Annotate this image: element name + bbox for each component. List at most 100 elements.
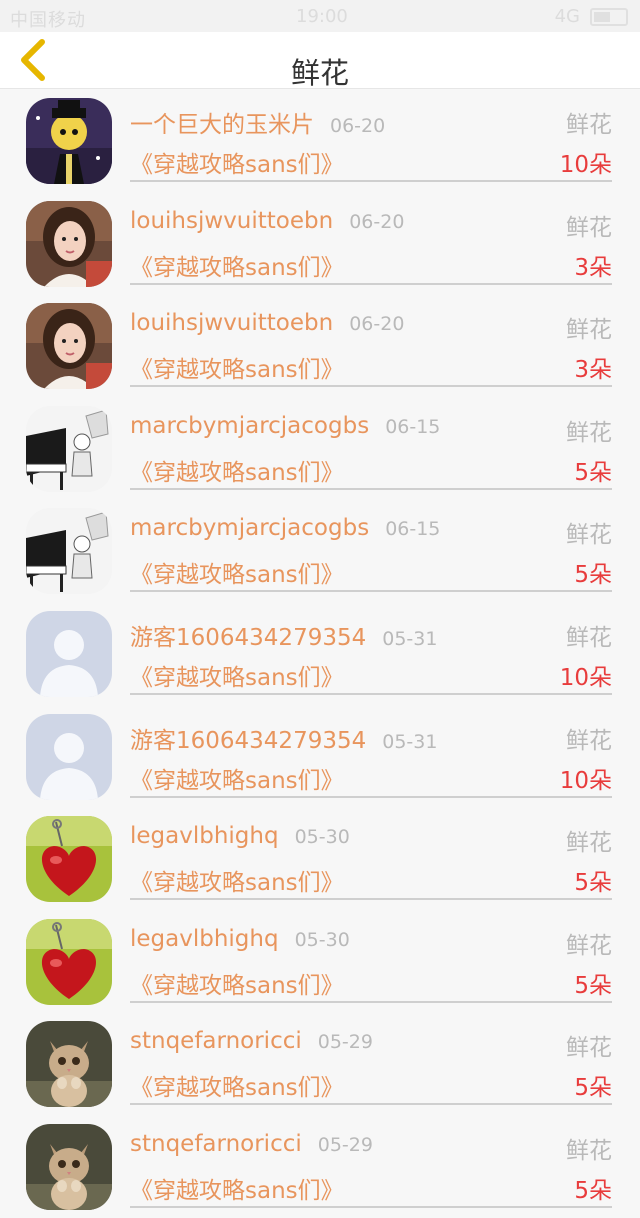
work-title: 《穿越攻略sans们》 (130, 972, 344, 999)
divider (130, 692, 612, 695)
work-title: 《穿越攻略sans们》 (130, 1177, 344, 1204)
list-item[interactable]: 游客1606434279354 05-31 鲜花《穿越攻略sans们》 10朵 (0, 602, 640, 705)
user-name-text: legavlbhighq (130, 823, 279, 850)
user-name: legavlbhighq 05-30 (130, 926, 350, 952)
list-item[interactable]: stnqefarnoricci 05-29 鲜花《穿越攻略sans们》 5朵 (0, 1012, 640, 1115)
avatar[interactable] (26, 610, 112, 697)
nav-bar: 鲜花 (0, 32, 640, 90)
list-item[interactable]: louihsjwvuittoebn 06-20 鲜花 《穿越攻略sans们》 3朵 (0, 294, 640, 397)
flower-count: 5朵 (574, 870, 612, 897)
gift-type-label: 鲜花 (566, 522, 612, 549)
list-item[interactable]: 游客1606434279354 05-31 鲜花《穿越攻略sans们》 10朵 (0, 705, 640, 808)
avatar[interactable] (26, 303, 112, 390)
avatar[interactable] (26, 918, 112, 1005)
user-name: stnqefarnoricci 05-29 (130, 1028, 373, 1054)
gift-type-label: 鲜花 (566, 1035, 612, 1062)
date-label: 06-20 (349, 210, 405, 233)
work-title: 《穿越攻略sans们》 (130, 767, 344, 794)
user-name: marcbymjarcjacogbs 06-15 (130, 413, 440, 439)
user-name-text: 游客1606434279354 (130, 727, 367, 754)
avatar[interactable] (26, 200, 112, 287)
flower-count: 10朵 (559, 152, 612, 178)
user-name-text: stnqefarnoricci (130, 1130, 302, 1157)
work-title: 《穿越攻略sans们》 (130, 152, 344, 178)
date-label: 06-20 (330, 115, 386, 137)
clock: 19:00 (296, 6, 348, 27)
avatar[interactable] (26, 98, 112, 184)
divider (130, 180, 612, 182)
list-item[interactable]: louihsjwvuittoebn 06-20 鲜花 《穿越攻略sans们》 3朵 (0, 192, 640, 295)
flower-count: 3朵 (574, 254, 612, 281)
user-name-text: louihsjwvuittoebn (130, 207, 334, 234)
list-item[interactable]: legavlbhighq 05-30 鲜花《穿越攻略sans们》 5朵 (0, 807, 640, 910)
network-label: 4G (554, 6, 580, 27)
user-name-text: louihsjwvuittoebn (130, 310, 334, 337)
flower-count: 10朵 (559, 767, 612, 794)
gift-type-label: 鲜花 (566, 112, 612, 138)
work-title: 《穿越攻略sans们》 (130, 1075, 344, 1102)
user-name: louihsjwvuittoebn 06-20 (130, 310, 404, 336)
user-name-text: stnqefarnoricci (130, 1028, 302, 1055)
divider (130, 590, 612, 593)
divider (130, 385, 612, 388)
list-item[interactable]: stnqefarnoricci 05-29 鲜花《穿越攻略sans们》 5朵 (0, 1115, 640, 1218)
flower-count: 5朵 (574, 972, 612, 999)
avatar[interactable] (26, 1123, 112, 1210)
flower-count: 5朵 (574, 562, 612, 589)
gift-type-label: 鲜花 (566, 932, 612, 959)
gift-type-label: 鲜花 (566, 317, 612, 344)
gift-type-label: 鲜花 (566, 419, 612, 446)
date-label: 06-15 (385, 518, 441, 541)
avatar[interactable] (26, 713, 112, 800)
gift-type-label: 鲜花 (566, 727, 612, 754)
user-name: 一个巨大的玉米片 06-20 (130, 105, 385, 139)
status-bar: 中国移动 19:00 4G (0, 0, 640, 32)
gift-type-label: 鲜花 (566, 830, 612, 857)
date-label: 05-29 (317, 1031, 373, 1054)
date-label: 05-30 (294, 928, 350, 951)
flower-count: 10朵 (559, 664, 612, 691)
gift-type-label: 鲜花 (566, 624, 612, 651)
avatar[interactable] (26, 816, 112, 903)
user-name: 游客1606434279354 05-31 (130, 618, 437, 652)
date-label: 05-31 (382, 627, 438, 650)
user-name-text: 一个巨大的玉米片 (130, 112, 314, 138)
date-label: 06-15 (385, 415, 441, 438)
work-title: 《穿越攻略sans们》 (130, 664, 344, 691)
flower-count: 5朵 (574, 1177, 612, 1204)
divider (130, 282, 612, 285)
list-item[interactable]: marcbymjarcjacogbs 06-15 鲜花《穿越攻略sans们》 5朵 (0, 397, 640, 500)
gift-type-label: 鲜花 (566, 214, 612, 241)
divider (130, 795, 612, 798)
divider (130, 1103, 612, 1106)
list-item[interactable]: 一个巨大的玉米片 06-20 鲜花《穿越攻略sans们》 10朵 (0, 89, 640, 192)
user-name: 游客1606434279354 05-31 (130, 721, 437, 755)
date-label: 06-20 (349, 313, 405, 336)
user-name-text: 游客1606434279354 (130, 624, 367, 651)
list-item[interactable]: legavlbhighq 05-30 鲜花《穿越攻略sans们》 5朵 (0, 910, 640, 1013)
avatar[interactable] (26, 1021, 112, 1108)
work-title: 《穿越攻略sans们》 (130, 459, 344, 486)
date-label: 05-31 (382, 730, 438, 753)
work-title: 《穿越攻略sans们》 (130, 562, 344, 589)
divider (130, 1000, 612, 1003)
flower-count: 5朵 (574, 1075, 612, 1102)
user-name-text: marcbymjarcjacogbs (130, 412, 370, 439)
user-name: marcbymjarcjacogbs 06-15 (130, 515, 440, 541)
divider (130, 487, 612, 490)
date-label: 05-29 (317, 1133, 373, 1156)
flower-list: 一个巨大的玉米片 06-20 鲜花 《穿越攻略sans们》 10朵 louihsjwvui… (0, 89, 640, 1218)
date-label: 05-30 (294, 826, 350, 849)
avatar[interactable] (26, 508, 112, 595)
work-title: 《穿越攻略sans们》 (130, 870, 344, 897)
carrier-label: 中国移动 (10, 10, 86, 31)
user-name: legavlbhighq 05-30 (130, 823, 350, 849)
list-item[interactable]: marcbymjarcjacogbs 06-15 鲜花《穿越攻略sans们》 5朵 (0, 499, 640, 602)
user-name-text: marcbymjarcjacogbs (130, 515, 370, 542)
avatar[interactable] (26, 405, 112, 492)
user-name: louihsjwvuittoebn 06-20 (130, 208, 404, 234)
flower-count: 5朵 (574, 459, 612, 486)
user-name-text: legavlbhighq (130, 925, 279, 952)
work-title: 《穿越攻略sans们》 (130, 357, 344, 384)
gift-type-label: 鲜花 (566, 1137, 612, 1164)
